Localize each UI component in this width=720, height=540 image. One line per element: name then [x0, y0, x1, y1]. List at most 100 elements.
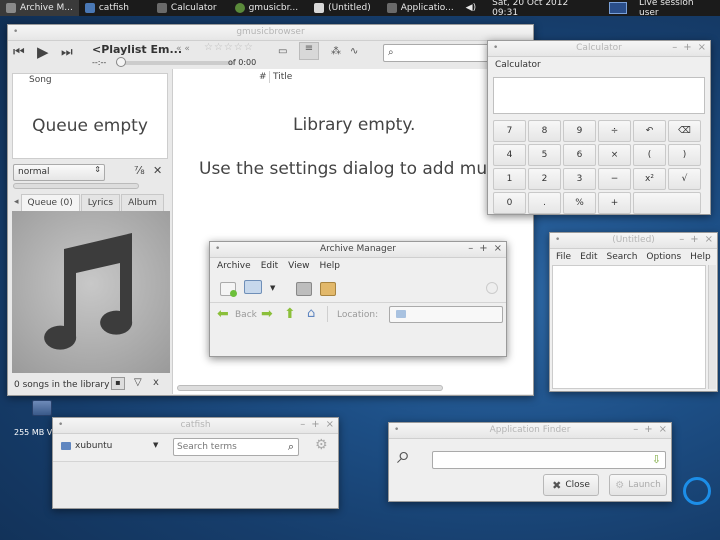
tab-queue[interactable]: Queue (0): [20, 194, 80, 211]
session-user[interactable]: Live session user: [633, 0, 720, 18]
play-icon[interactable]: ▶: [37, 43, 49, 61]
seek-bar[interactable]: [116, 61, 234, 65]
gear-icon[interactable]: ⚙: [315, 437, 328, 453]
calc-key[interactable]: ): [668, 144, 701, 166]
close-icon[interactable]: ×: [659, 424, 667, 435]
task-calculator[interactable]: Calculator: [135, 0, 223, 16]
editor-titlebar[interactable]: • (Untitled) – + ×: [550, 233, 717, 249]
up-arrow-icon[interactable]: ⬆: [284, 306, 296, 322]
close-icon[interactable]: ×: [698, 42, 706, 53]
appfinder-titlebar[interactable]: • Application Finder – + ×: [389, 423, 671, 439]
task-archive-manager[interactable]: Archive M...: [0, 0, 79, 16]
extract-icon[interactable]: [296, 282, 312, 296]
maximize-icon[interactable]: +: [311, 419, 319, 430]
visualizer-icon[interactable]: ∿: [350, 46, 358, 57]
back-button[interactable]: Back: [235, 310, 257, 320]
filter-icon[interactable]: ▽: [134, 377, 142, 388]
close-queue-icon[interactable]: ✕: [153, 164, 162, 177]
launch-button[interactable]: ⚙ Launch: [609, 474, 667, 496]
library-column-number[interactable]: #: [259, 72, 267, 82]
open-dropdown-icon[interactable]: ▼: [270, 284, 275, 292]
task-mousepad[interactable]: (Untitled): [304, 0, 377, 16]
editor-text-area[interactable]: [552, 265, 706, 389]
add-files-icon[interactable]: [320, 282, 336, 296]
clear-filter-icon[interactable]: ⅹ: [153, 377, 159, 388]
menu-view[interactable]: View: [288, 261, 309, 271]
location-field[interactable]: [389, 306, 503, 323]
catfish-titlebar[interactable]: • catfish – + ×: [53, 418, 338, 434]
queue-column-song[interactable]: Song: [29, 75, 52, 85]
calc-key[interactable]: ⌫: [668, 120, 701, 142]
details-view-icon[interactable]: ≡: [299, 42, 319, 60]
open-archive-icon[interactable]: [244, 280, 262, 294]
shuffle-clear-icon[interactable]: ⅞: [134, 164, 145, 177]
menu-help[interactable]: Help: [319, 261, 340, 271]
calc-key[interactable]: ×: [598, 144, 631, 166]
calc-key[interactable]: ↶: [633, 120, 666, 142]
minimize-icon[interactable]: –: [679, 234, 684, 245]
play-mode-select[interactable]: normal ⇕: [13, 164, 105, 181]
maximize-icon[interactable]: +: [690, 234, 698, 245]
search-input[interactable]: ⌕: [383, 44, 491, 62]
menu-edit[interactable]: Edit: [580, 252, 597, 262]
command-input[interactable]: ⇩: [432, 451, 666, 469]
list-view-icon[interactable]: ▭: [278, 46, 287, 57]
editor-scrollbar[interactable]: [708, 265, 716, 389]
expand-arrow-icon[interactable]: ⇩: [652, 453, 661, 466]
calc-key[interactable]: 0: [493, 192, 526, 214]
calc-key[interactable]: +: [598, 192, 631, 214]
volume-icon[interactable]: ◀): [460, 0, 482, 16]
minimize-icon[interactable]: –: [672, 42, 677, 53]
calculator-display[interactable]: [493, 77, 705, 114]
tab-arrow-left-icon[interactable]: ◂: [12, 194, 21, 211]
grid-view-icon[interactable]: ⁂: [331, 46, 341, 57]
close-icon[interactable]: ×: [705, 234, 713, 245]
task-appfinder[interactable]: Applicatio...: [377, 0, 460, 16]
minimize-icon[interactable]: –: [633, 424, 638, 435]
calc-key-wide[interactable]: [633, 192, 701, 214]
search-icon[interactable]: ⌕: [288, 440, 294, 454]
menu-edit[interactable]: Edit: [261, 261, 278, 271]
previous-icon[interactable]: ⏮: [13, 45, 25, 60]
calc-key[interactable]: ÷: [598, 120, 631, 142]
calc-key[interactable]: √: [668, 168, 701, 190]
calc-key[interactable]: 5: [528, 144, 561, 166]
rating-stars[interactable]: ☆☆☆☆☆: [204, 42, 254, 53]
search-terms-input[interactable]: Search terms ⌕: [173, 438, 299, 456]
clock[interactable]: Sat, 20 Oct 2012 09:31: [482, 0, 603, 18]
calculator-titlebar[interactable]: • Calculator – + ×: [488, 41, 710, 57]
tab-album[interactable]: Album: [121, 194, 164, 211]
results-area[interactable]: [53, 462, 338, 508]
new-archive-icon[interactable]: [220, 282, 237, 297]
maximize-icon[interactable]: +: [479, 243, 487, 254]
gmusicbrowser-titlebar[interactable]: • gmusicbrowser: [8, 25, 533, 41]
queue-scrollbar[interactable]: [13, 183, 139, 189]
task-gmusicbrowser[interactable]: gmusicbr...: [223, 0, 304, 16]
calc-key[interactable]: x²: [633, 168, 666, 190]
forward-arrow-icon[interactable]: ➡: [261, 306, 273, 322]
task-catfish[interactable]: catfish: [79, 0, 135, 16]
close-icon[interactable]: ×: [326, 419, 334, 430]
back-arrow-icon[interactable]: ⬅: [217, 306, 229, 322]
archive-titlebar[interactable]: • Archive Manager – + ×: [210, 242, 506, 258]
menu-search[interactable]: Search: [607, 252, 638, 262]
calc-key[interactable]: 2: [528, 168, 561, 190]
minimize-icon[interactable]: –: [300, 419, 305, 430]
calc-key[interactable]: 7: [493, 120, 526, 142]
calc-key[interactable]: 4: [493, 144, 526, 166]
next-icon[interactable]: ⏭: [61, 45, 73, 60]
menu-archive[interactable]: Archive: [217, 261, 251, 271]
minimize-icon[interactable]: –: [468, 243, 473, 254]
maximize-icon[interactable]: +: [644, 424, 652, 435]
calc-key[interactable]: %: [563, 192, 596, 214]
calc-key[interactable]: 6: [563, 144, 596, 166]
folder-select[interactable]: xubuntu ▼: [59, 438, 159, 456]
calc-key[interactable]: (: [633, 144, 666, 166]
home-icon[interactable]: ⌂: [307, 306, 315, 321]
desktop-drive[interactable]: 255 MB V: [10, 400, 58, 437]
menu-help[interactable]: Help: [690, 252, 711, 262]
library-column-title[interactable]: Title: [273, 72, 292, 82]
stop-icon[interactable]: [486, 282, 498, 294]
calc-key[interactable]: 1: [493, 168, 526, 190]
close-icon[interactable]: ×: [494, 243, 502, 254]
